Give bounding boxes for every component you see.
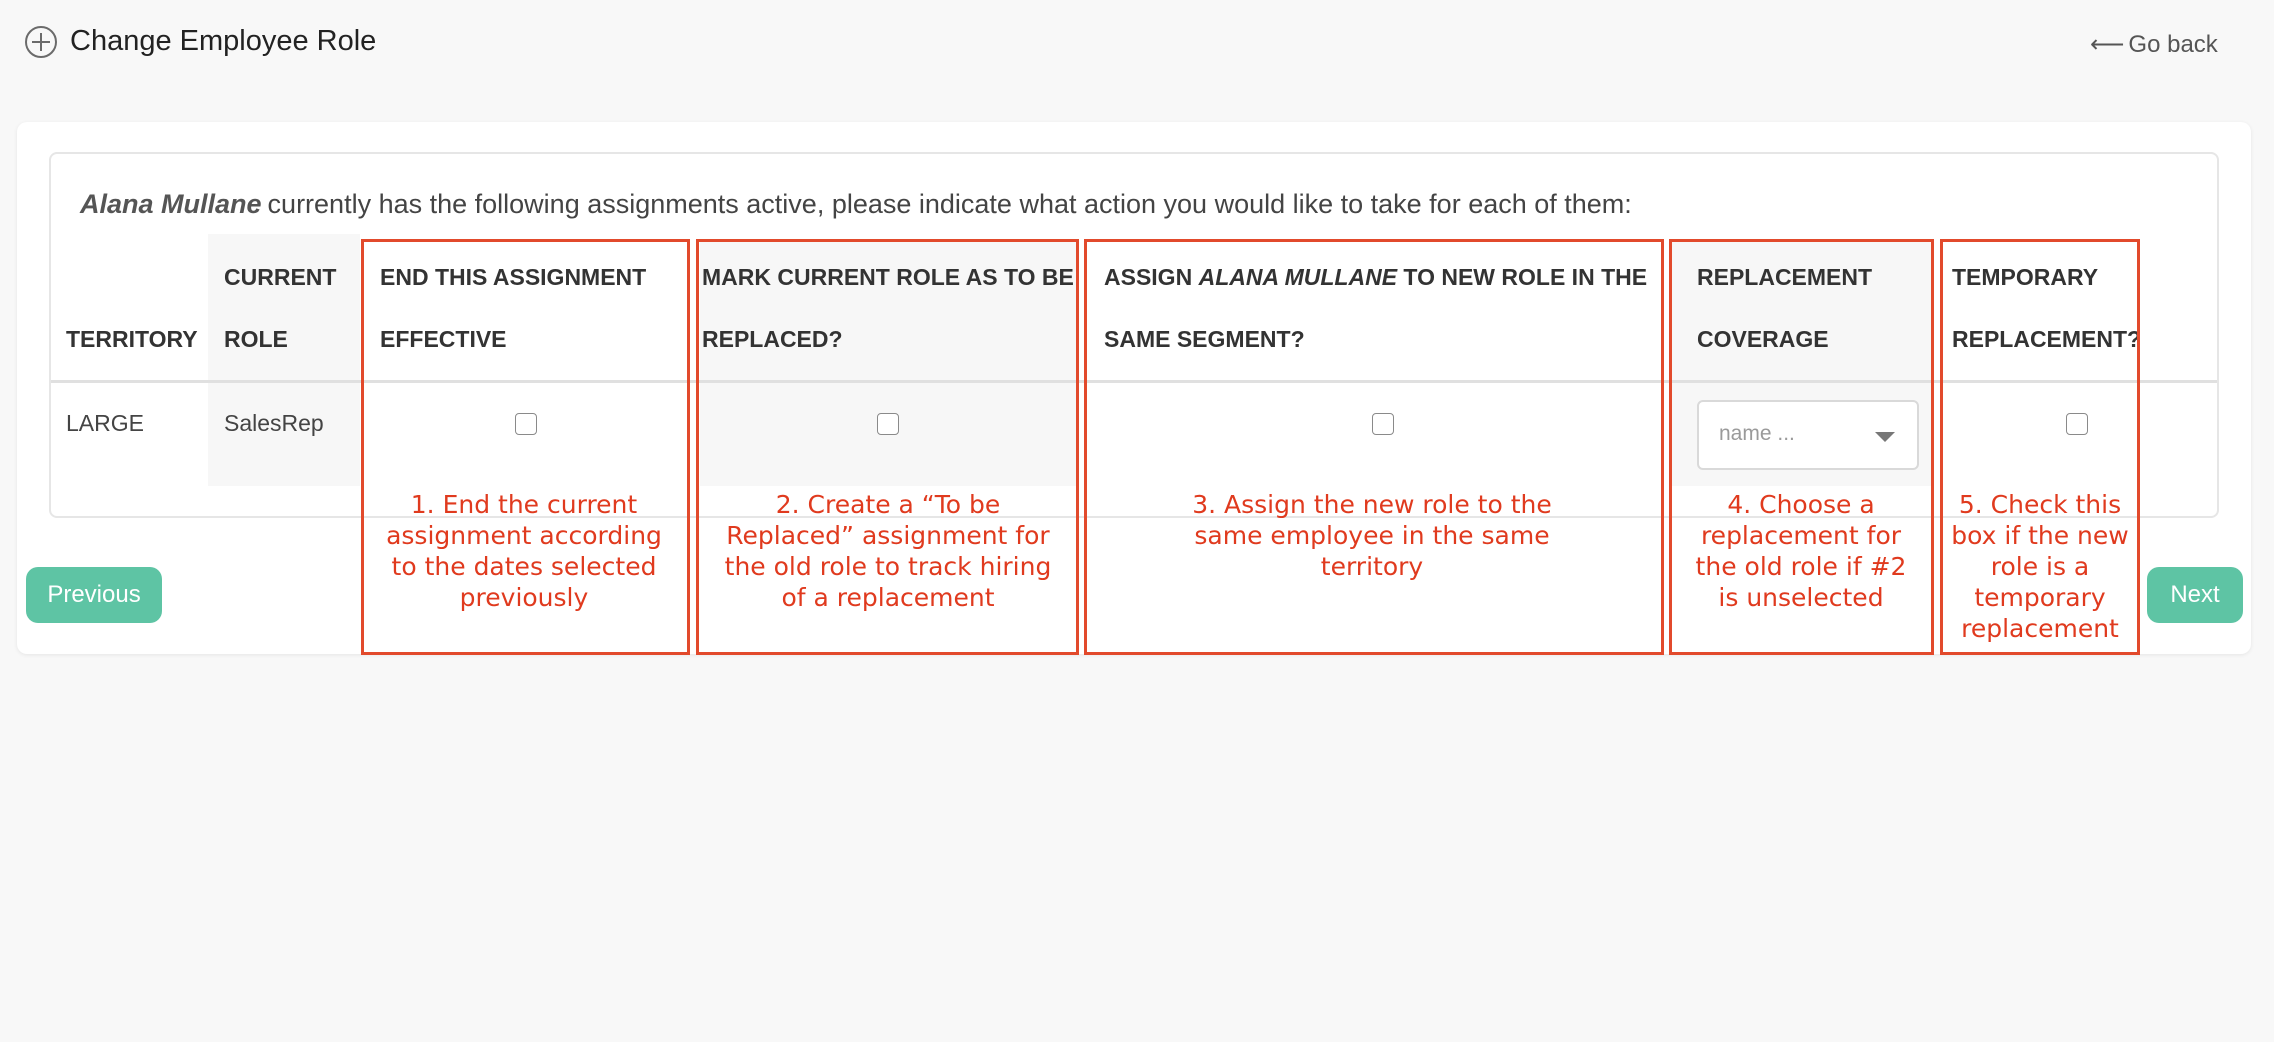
cell-territory: LARGE [66,410,144,436]
next-button[interactable]: Next [2147,567,2243,623]
employee-name: Alana Mullane [80,189,262,219]
go-back-label: Go back [2128,31,2218,58]
back-arrow-icon: ⟵ [2090,31,2125,58]
cell-current-role: SalesRep [224,410,324,436]
annotation-text-2: 2. Create a “To be Replaced” assignment … [724,490,1052,612]
page-title: Change Employee Role [70,25,377,57]
header-current-role-l2: ROLE [224,326,288,352]
add-circle-icon [25,26,57,58]
intro-sentence: currently has the following assignments … [267,189,1632,219]
header-territory: TERRITORY [66,326,198,352]
previous-button[interactable]: Previous [26,567,162,623]
annotation-text-1: 1. End the current assignment according … [386,490,662,612]
annotation-text-4: 4. Choose a replacement for the old role… [1695,490,1907,612]
annotation-text-5: 5. Check this box if the new role is a t… [1951,490,2129,643]
go-back-link[interactable]: ⟵ Go back [2090,28,2218,62]
intro-text: Alana Mullane currently has the following… [80,183,1632,225]
annotation-box-3 [1084,239,1664,655]
header-current-role-l1: CURRENT [224,264,337,290]
annotation-text-3: 3. Assign the new role to the same emplo… [1192,490,1552,581]
